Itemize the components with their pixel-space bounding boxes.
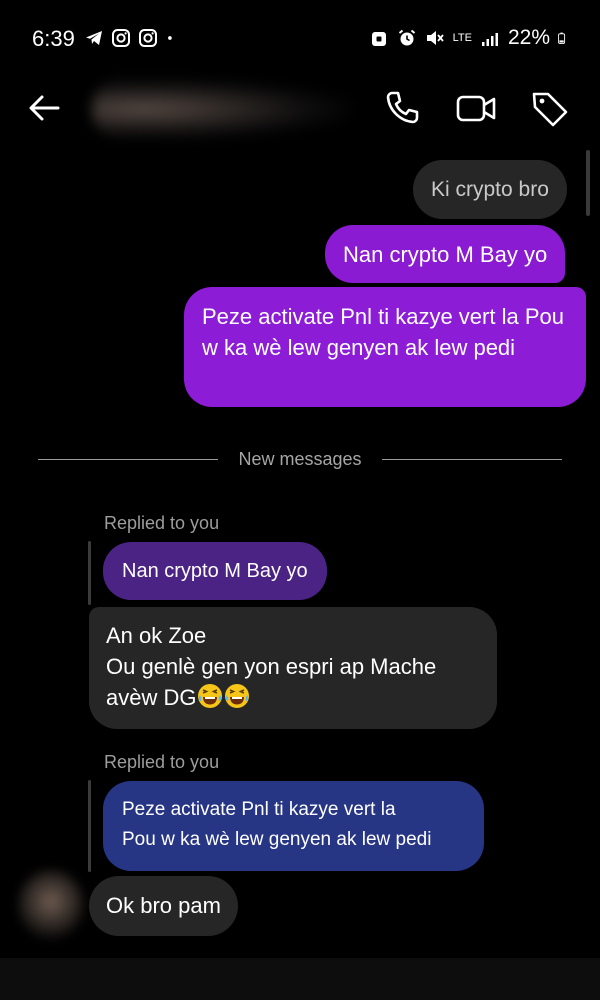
laughing-emoji-icon	[225, 684, 250, 708]
sent-message[interactable]: Nan crypto M Bay yo	[325, 225, 566, 283]
instagram-icon	[112, 29, 130, 47]
quoted-line: Pou w ka wè lew genyen ak lew pedi	[122, 829, 432, 850]
received-message[interactable]: Ok bro pam	[89, 876, 238, 936]
tag-icon[interactable]	[528, 86, 572, 130]
quoted-line: Peze activate Pnl ti kazye vert la	[122, 799, 396, 820]
network-type: LTE	[452, 31, 472, 44]
system-icons: LTE 22%	[369, 26, 570, 50]
replied-to-you-label: Replied to you	[104, 752, 220, 772]
reply-indicator-bar	[88, 541, 91, 605]
message-composer-area	[0, 958, 600, 1000]
replied-to-you-label: Replied to you	[104, 513, 220, 533]
received-message[interactable]: An ok Zoe Ou genlè gen yon espri ap Mach…	[89, 607, 497, 729]
status-bar: 6:39 LTE 22%	[0, 0, 600, 78]
reply-indicator-bar	[88, 780, 91, 872]
alarm-icon	[398, 29, 415, 46]
notification-icons	[84, 28, 179, 48]
lock-icon	[371, 32, 386, 46]
message-line: An ok Zoe	[106, 623, 207, 648]
quoted-message[interactable]: Nan crypto M Bay yo	[103, 542, 327, 600]
battery-icon	[558, 32, 566, 44]
divider-label: New messages	[238, 448, 362, 469]
divider-line	[381, 458, 563, 460]
mute-icon	[426, 31, 444, 45]
video-camera-icon[interactable]	[454, 86, 498, 130]
quoted-message[interactable]: Peze activate Pnl ti kazye vert la Pou w…	[103, 781, 484, 871]
status-time: 6:39	[32, 26, 75, 51]
message-line: avèw DG	[106, 682, 480, 713]
message-text: avèw DG	[106, 685, 197, 710]
sent-message[interactable]: Ki crypto bro	[413, 160, 567, 219]
phone-icon[interactable]	[380, 86, 424, 130]
avatar[interactable]	[18, 870, 84, 940]
sent-message[interactable]: Peze activate Pnl ti kazye vert la Pou w…	[184, 287, 586, 407]
signal-icon	[481, 33, 498, 46]
dot-icon	[168, 36, 172, 40]
telegram-icon	[86, 31, 102, 45]
message-line: Ou genlè gen yon espri ap Mache	[106, 654, 437, 679]
divider-line	[38, 458, 219, 460]
contact-name-blurred[interactable]	[92, 78, 352, 140]
battery-percent: 22%	[507, 26, 550, 49]
instagram-icon	[139, 29, 157, 47]
new-messages-divider: New messages	[38, 447, 563, 471]
laughing-emoji-icon	[198, 684, 223, 708]
scrollbar[interactable]	[586, 150, 590, 216]
chat-header	[0, 78, 600, 140]
back-arrow-icon[interactable]	[24, 88, 64, 128]
